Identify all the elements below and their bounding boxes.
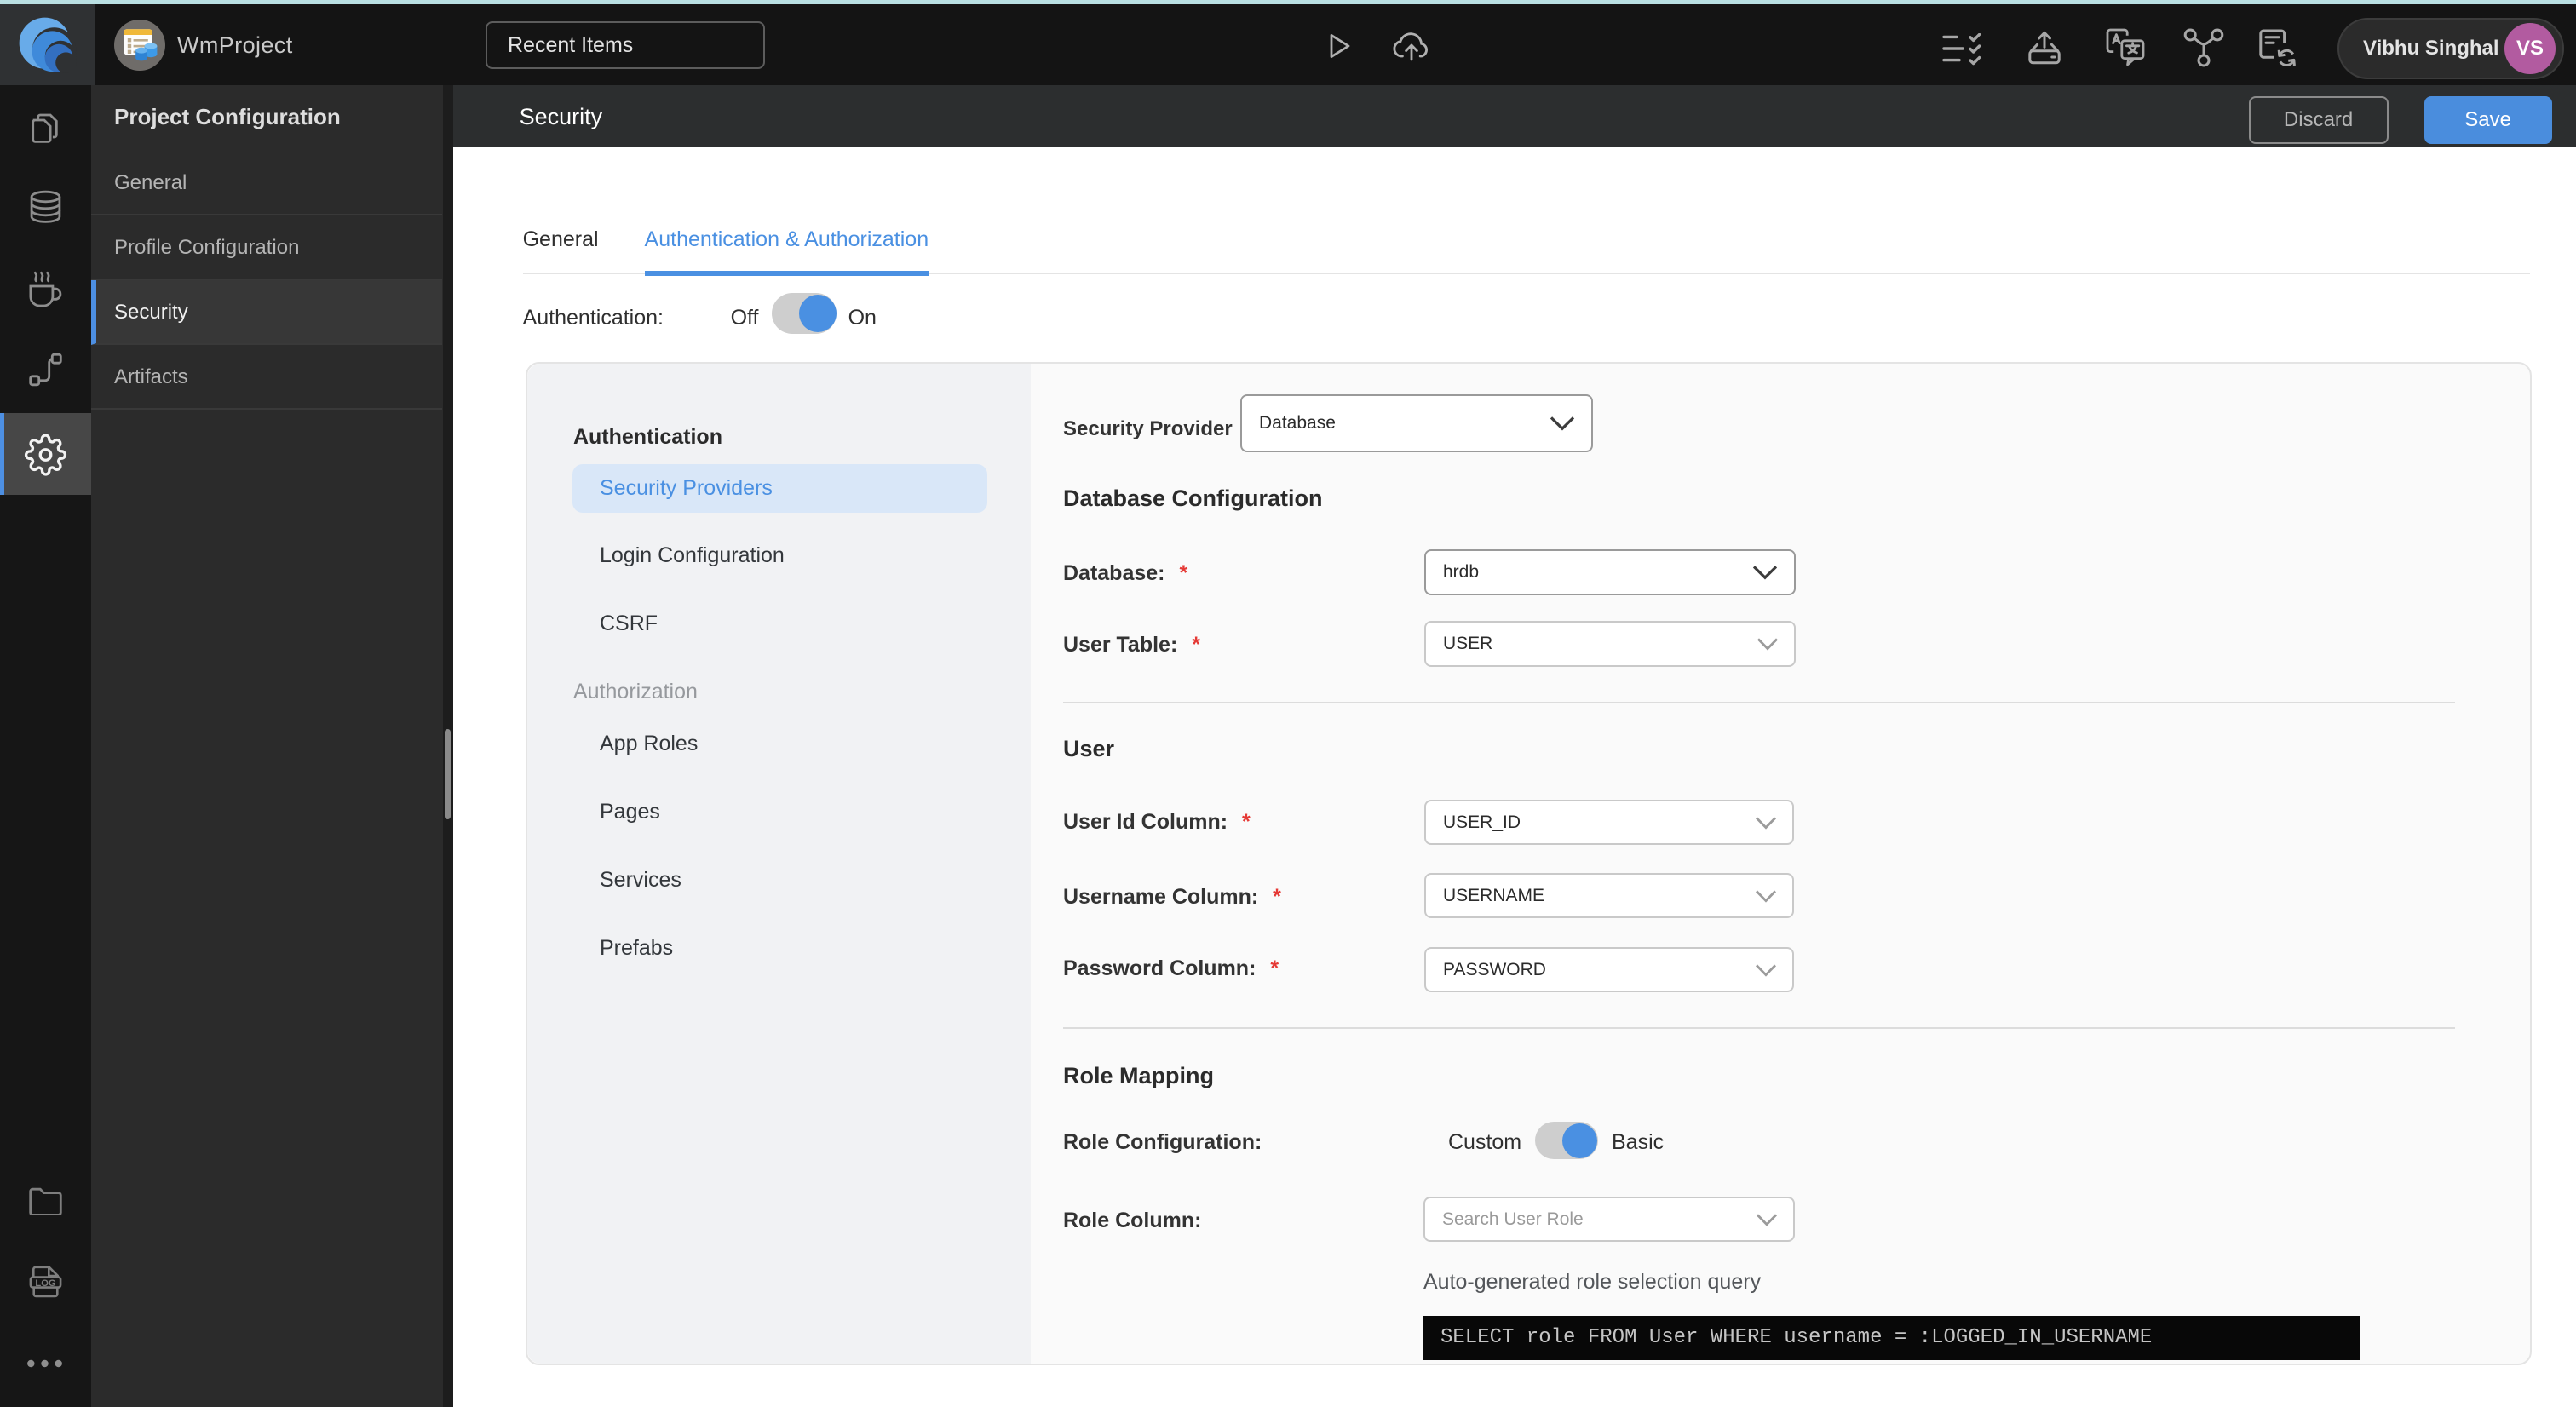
svg-text:LOG: LOG: [35, 1278, 56, 1289]
